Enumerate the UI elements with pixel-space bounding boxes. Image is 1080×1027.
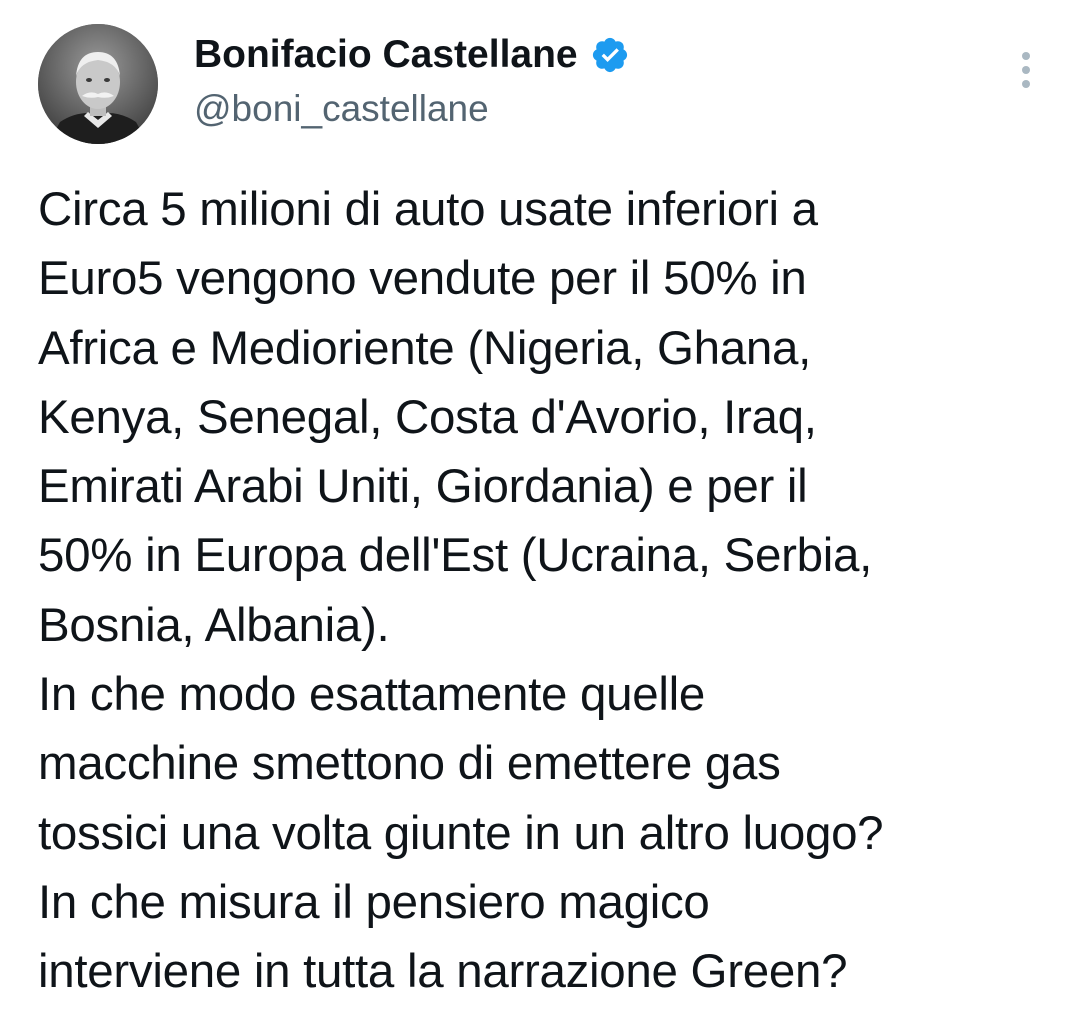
tweet-text: Circa 5 milioni di auto usate inferiori … — [38, 183, 884, 999]
handle[interactable]: @boni_castellane — [194, 88, 630, 130]
display-name-row: Bonifacio Castellane — [194, 30, 630, 80]
author-names: Bonifacio Castellane @boni_castellane — [194, 30, 630, 130]
portrait-image — [38, 24, 158, 144]
tweet-header: Bonifacio Castellane @boni_castellane — [38, 22, 1048, 147]
display-name[interactable]: Bonifacio Castellane — [194, 33, 578, 77]
more-vertical-icon[interactable] — [1014, 52, 1038, 96]
verified-badge-icon — [590, 35, 630, 75]
tweet-card: Bonifacio Castellane @boni_castellane Ci… — [0, 0, 1080, 1027]
avatar[interactable] — [38, 24, 158, 144]
